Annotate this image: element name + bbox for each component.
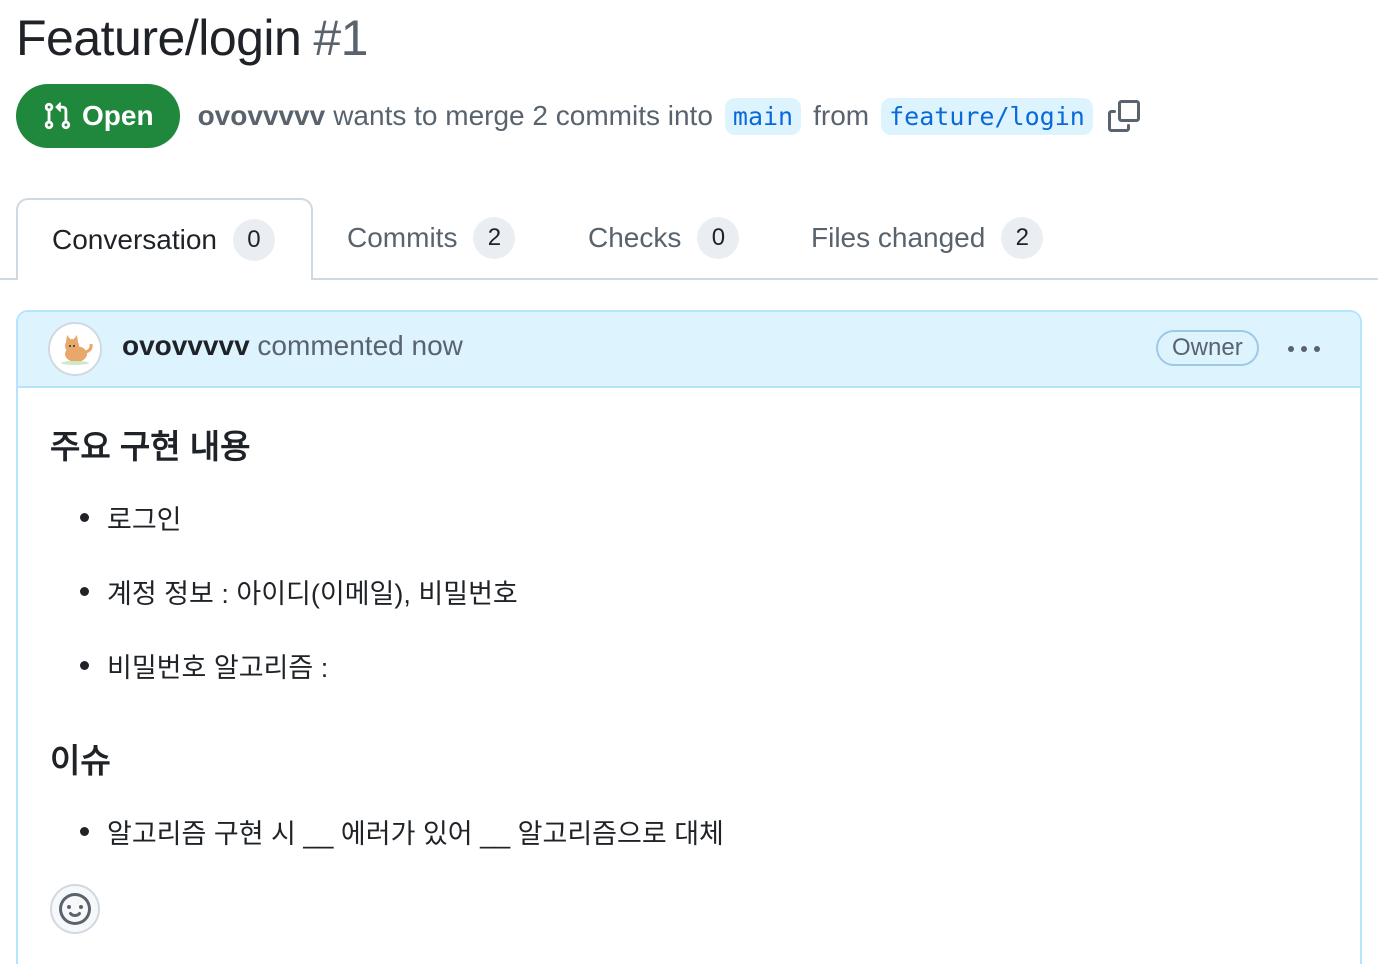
comment-action[interactable]: commented now bbox=[257, 330, 462, 361]
tab-files-changed[interactable]: Files changed 2 bbox=[811, 198, 1044, 278]
list-item: 로그인 bbox=[80, 498, 182, 537]
list-item-text: 로그인 bbox=[107, 505, 182, 535]
tab-counter: 0 bbox=[697, 217, 740, 259]
list-item-text: 비밀번호 알고리즘 : bbox=[107, 653, 329, 683]
pr-state-label: Open bbox=[82, 100, 154, 131]
pr-meta-row: Open ovovvvvv wants to merge 2 commits i… bbox=[16, 84, 1141, 148]
pr-description-comment: ovovvvvv commented now Owner 주요 구현 내용 로그… bbox=[16, 310, 1362, 964]
list-item-text: 알고리즘 구현 시 __ 에러가 있어 __ 알고리즘으로 대체 bbox=[107, 819, 724, 849]
bullet-dot bbox=[80, 513, 89, 522]
merge-description: ovovvvvv wants to merge 2 commits into m… bbox=[198, 97, 1141, 135]
git-pull-request-icon bbox=[44, 102, 71, 130]
tab-label: Commits bbox=[347, 222, 458, 253]
pr-tabs: Conversation 0 Commits 2 Checks 0 Files … bbox=[0, 198, 1378, 280]
tab-counter: 2 bbox=[1001, 217, 1044, 259]
bullet-dot bbox=[80, 827, 89, 836]
list-item: 비밀번호 알고리즘 : bbox=[80, 646, 328, 685]
merge-text: wants to merge 2 commits into bbox=[333, 100, 713, 131]
merge-from-text: from bbox=[813, 100, 870, 131]
tab-conversation[interactable]: Conversation 0 bbox=[16, 198, 313, 280]
base-branch-link[interactable]: main bbox=[724, 97, 802, 135]
owner-badge: Owner bbox=[1156, 330, 1259, 366]
section-heading: 주요 구현 내용 bbox=[50, 428, 251, 465]
tab-counter: 2 bbox=[473, 217, 516, 259]
list-item-text: 계정 정보 : 아이디(이메일), 비밀번호 bbox=[107, 579, 518, 609]
smiley-icon bbox=[59, 893, 91, 925]
pr-title: Feature/login #1 bbox=[16, 6, 368, 70]
copy-branch-button[interactable] bbox=[1107, 99, 1141, 133]
bullet-dot bbox=[80, 587, 89, 596]
kebab-horizontal-icon bbox=[1288, 346, 1320, 352]
pr-author-link[interactable]: ovovvvvv bbox=[198, 100, 326, 132]
tab-counter: 0 bbox=[232, 219, 275, 261]
tab-label: Files changed bbox=[811, 222, 986, 253]
comment-header: ovovvvvv commented now Owner bbox=[18, 312, 1360, 388]
tab-label: Conversation bbox=[52, 224, 217, 255]
copy-icon bbox=[1107, 100, 1140, 132]
tab-commits[interactable]: Commits 2 bbox=[347, 198, 516, 278]
cat-avatar-icon bbox=[50, 324, 100, 374]
list-item: 알고리즘 구현 시 __ 에러가 있어 __ 알고리즘으로 대체 bbox=[80, 812, 724, 851]
pr-number: #1 bbox=[313, 10, 368, 66]
pr-state-badge: Open bbox=[16, 84, 180, 148]
comment-options-button[interactable] bbox=[1284, 334, 1324, 364]
tab-checks[interactable]: Checks 0 bbox=[588, 198, 740, 278]
head-branch-link[interactable]: feature/login bbox=[881, 97, 1093, 135]
list-item: 계정 정보 : 아이디(이메일), 비밀번호 bbox=[80, 572, 518, 611]
comment-header-text: ovovvvvv commented now bbox=[122, 330, 463, 362]
add-reaction-button[interactable] bbox=[50, 884, 100, 934]
pr-title-text: Feature/login bbox=[16, 10, 302, 66]
tab-label: Checks bbox=[588, 222, 682, 253]
section-heading: 이슈 bbox=[50, 742, 111, 779]
comment-author-link[interactable]: ovovvvvv bbox=[122, 330, 250, 361]
avatar[interactable] bbox=[48, 322, 102, 376]
bullet-dot bbox=[80, 661, 89, 670]
pull-request-page: Feature/login #1 Open ovovvvvv wants to m… bbox=[0, 0, 1378, 964]
